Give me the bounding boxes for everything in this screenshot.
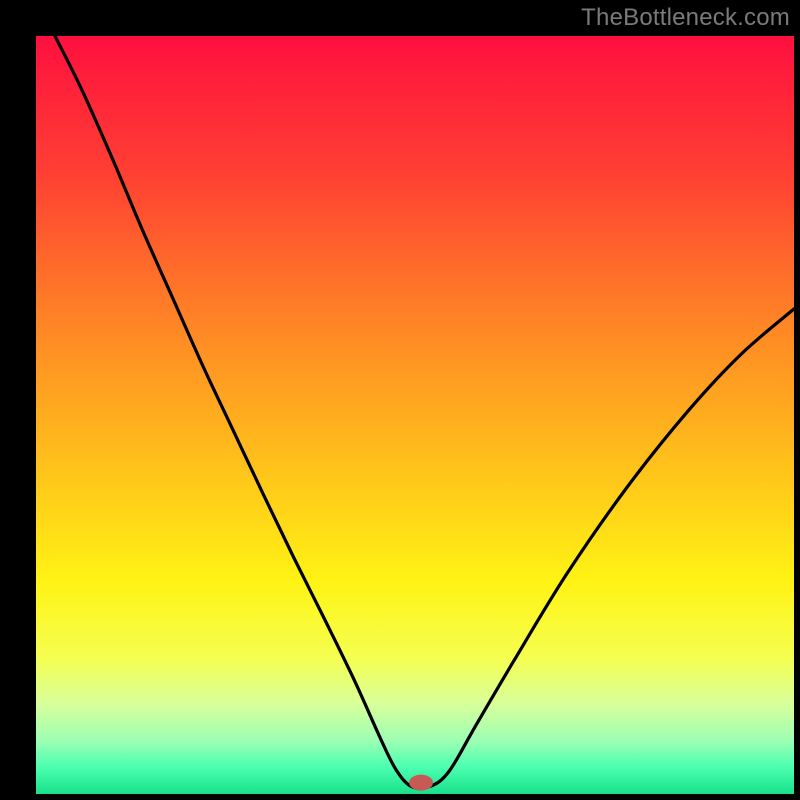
- chart-frame: TheBottleneck.com: [0, 0, 800, 800]
- watermark-text: TheBottleneck.com: [581, 4, 790, 32]
- min-marker: [409, 775, 433, 791]
- gradient-background: [36, 36, 794, 794]
- plot-area: [36, 36, 794, 794]
- chart-svg: [36, 36, 794, 794]
